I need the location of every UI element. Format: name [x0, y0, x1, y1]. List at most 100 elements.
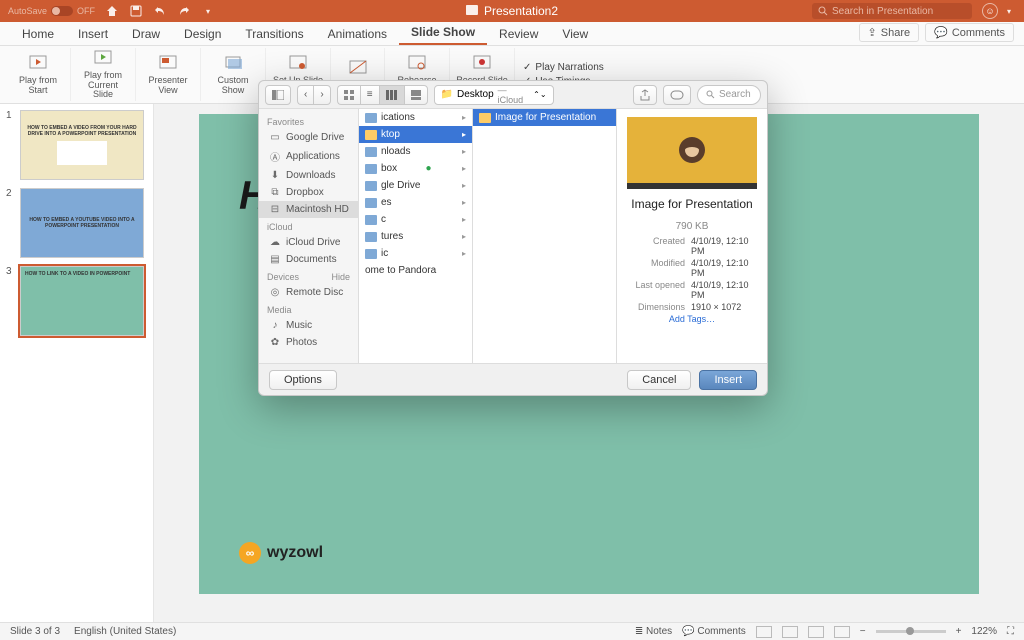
list-item[interactable]: ic▸ — [359, 245, 472, 262]
chevron-down-icon[interactable]: ▾ — [1002, 4, 1016, 18]
tab-review[interactable]: Review — [487, 23, 550, 45]
sidebar-item-applications[interactable]: ⒶApplications — [259, 146, 358, 167]
list-item[interactable]: Image for Presentation — [473, 109, 616, 126]
view-columns-button[interactable] — [379, 85, 404, 105]
dialog-toolbar: ‹ › ≡ 📁 Desktop — iCloud ⌃⌄ Search — [259, 81, 767, 109]
autosave-toggle[interactable]: AutoSave OFF — [8, 6, 95, 16]
list-item[interactable]: ome to Pandora — [359, 262, 472, 279]
share-button[interactable] — [633, 85, 657, 105]
wyzowl-logo: ∞wyzowl — [239, 542, 323, 564]
folder-icon — [365, 249, 377, 259]
list-item[interactable]: c▸ — [359, 211, 472, 228]
slide-thumbnail[interactable]: HOW TO LINK TO A VIDEO IN POWERPOINT — [20, 266, 144, 336]
slide-thumbnail[interactable]: HOW TO EMBED A YOUTUBE VIDEO INTO A POWE… — [20, 188, 144, 258]
comments-button[interactable]: 💬Comments — [925, 23, 1014, 42]
document-title: Presentation2 — [466, 4, 558, 18]
search-presentation-input[interactable]: Search in Presentation — [812, 3, 972, 19]
dropbox-icon: ⧉ — [269, 187, 281, 198]
fit-to-window-icon[interactable]: ⛶ — [1007, 626, 1014, 637]
slideshow-view-icon[interactable] — [834, 626, 850, 638]
save-icon[interactable] — [129, 4, 143, 18]
language-indicator[interactable]: English (United States) — [74, 626, 176, 637]
list-item[interactable]: nloads▸ — [359, 143, 472, 160]
image-icon — [479, 113, 491, 123]
list-item[interactable]: gle Drive▸ — [359, 177, 472, 194]
play-narrations-checkbox[interactable]: ✓Play Narrations — [523, 62, 604, 73]
slide-counter: Slide 3 of 3 — [10, 626, 60, 637]
sidebar-item-remote-disc[interactable]: ◎Remote Disc — [259, 284, 358, 301]
sidebar-item-icloud-drive[interactable]: ☁iCloud Drive — [259, 234, 358, 251]
options-button[interactable]: Options — [269, 370, 337, 390]
tags-button[interactable] — [663, 85, 691, 105]
share-button[interactable]: ⇪Share — [859, 23, 920, 42]
list-item[interactable]: ktop▸ — [359, 126, 472, 143]
sidebar-header-favorites: Favorites — [259, 113, 358, 129]
folder-icon — [365, 164, 377, 174]
home-icon[interactable] — [105, 4, 119, 18]
slide-thumbnail[interactable]: HOW TO EMBED A VIDEO FROM YOUR HARD DRIV… — [20, 110, 144, 180]
dialog-search-input[interactable]: Search — [697, 85, 761, 105]
preview-image — [627, 117, 757, 189]
list-item[interactable]: tures▸ — [359, 228, 472, 245]
list-item[interactable]: es▸ — [359, 194, 472, 211]
zoom-level[interactable]: 122% — [971, 626, 997, 637]
tab-animations[interactable]: Animations — [316, 23, 399, 45]
view-gallery-button[interactable] — [404, 85, 428, 105]
tab-home[interactable]: Home — [10, 23, 66, 45]
location-dropdown[interactable]: 📁 Desktop — iCloud ⌃⌄ — [434, 85, 554, 105]
search-icon — [706, 90, 715, 99]
play-from-start-button[interactable]: Play from Start — [6, 48, 71, 101]
nav-forward-button[interactable]: › — [313, 85, 330, 105]
folder-icon — [365, 198, 377, 208]
tab-insert[interactable]: Insert — [66, 23, 120, 45]
sorter-view-icon[interactable] — [782, 626, 798, 638]
tab-view[interactable]: View — [550, 23, 600, 45]
zoom-out-button[interactable]: − — [860, 626, 866, 637]
hide-button[interactable]: Hide — [331, 272, 350, 282]
title-bar: AutoSave OFF ▾ Presentation2 Search in P… — [0, 0, 1024, 22]
toggle-sidebar-button[interactable] — [265, 85, 291, 105]
view-icons-button[interactable] — [337, 85, 360, 105]
redo-icon[interactable] — [177, 4, 191, 18]
feedback-icon[interactable]: ☺ — [982, 3, 998, 19]
add-tags-button[interactable]: Add Tags… — [669, 314, 715, 324]
documents-icon: ▤ — [269, 254, 281, 265]
list-item[interactable]: ications▸ — [359, 109, 472, 126]
normal-view-icon[interactable] — [756, 626, 772, 638]
music-icon: ♪ — [269, 320, 281, 331]
sidebar-item-google-drive[interactable]: ▭Google Drive — [259, 129, 358, 146]
tab-draw[interactable]: Draw — [120, 23, 172, 45]
sidebar-item-macintosh-hd[interactable]: ⊟Macintosh HD — [259, 201, 358, 218]
chevron-down-icon[interactable]: ▾ — [201, 4, 215, 18]
sidebar-item-dropbox[interactable]: ⧉Dropbox — [259, 184, 358, 201]
notes-button[interactable]: ≣ Notes — [635, 626, 672, 637]
list-item[interactable]: box●▸ — [359, 160, 472, 177]
insert-button[interactable]: Insert — [699, 370, 757, 390]
sidebar-item-music[interactable]: ♪Music — [259, 317, 358, 334]
presenter-view-button[interactable]: Presenter View — [136, 48, 201, 101]
folder-icon — [365, 113, 377, 123]
tab-design[interactable]: Design — [172, 23, 233, 45]
slide-thumbnails: 1 HOW TO EMBED A VIDEO FROM YOUR HARD DR… — [0, 104, 154, 622]
sidebar-item-documents[interactable]: ▤Documents — [259, 251, 358, 268]
nav-back-button[interactable]: ‹ — [297, 85, 313, 105]
custom-show-button[interactable]: Custom Show — [201, 48, 266, 101]
reading-view-icon[interactable] — [808, 626, 824, 638]
view-list-button[interactable]: ≡ — [360, 85, 379, 105]
folder-icon — [365, 130, 377, 140]
sidebar-item-downloads[interactable]: ⬇Downloads — [259, 167, 358, 184]
sidebar-item-photos[interactable]: ✿Photos — [259, 334, 358, 351]
comment-icon: 💬 — [934, 26, 948, 39]
zoom-slider[interactable] — [876, 630, 946, 633]
undo-icon[interactable] — [153, 4, 167, 18]
zoom-in-button[interactable]: + — [956, 626, 962, 637]
tab-slide-show[interactable]: Slide Show — [399, 21, 487, 45]
cancel-button[interactable]: Cancel — [627, 370, 691, 390]
comments-button[interactable]: 💬 Comments — [682, 626, 746, 637]
sidebar-header-icloud: iCloud — [259, 218, 358, 234]
check-icon: ● — [426, 163, 432, 174]
share-icon: ⇪ — [868, 26, 877, 39]
play-from-current-button[interactable]: Play from Current Slide — [71, 48, 136, 101]
tab-transitions[interactable]: Transitions — [233, 23, 315, 45]
preview-size: 790 KB — [676, 221, 709, 232]
